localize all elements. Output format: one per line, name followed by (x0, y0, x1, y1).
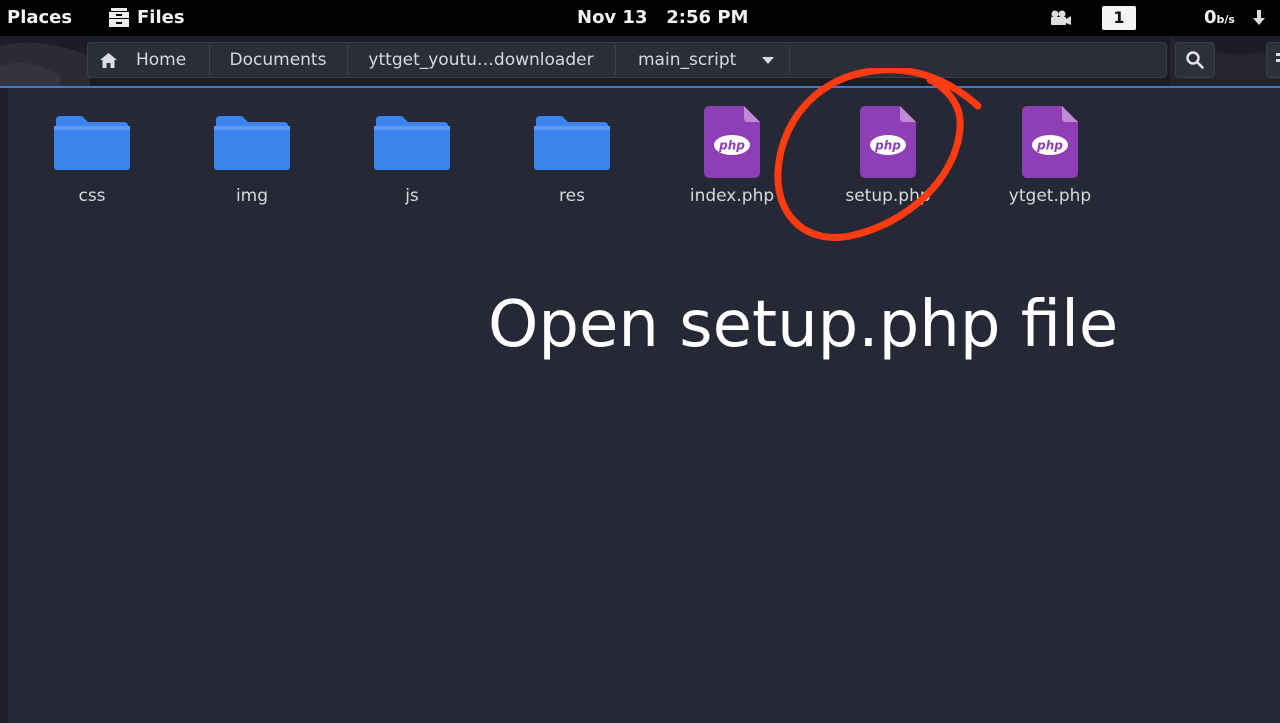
file-item[interactable]: php setup.php (823, 106, 953, 216)
breadcrumb-home[interactable]: Home (88, 43, 209, 77)
svg-text:php: php (874, 139, 901, 153)
search-icon (1186, 51, 1204, 69)
breadcrumb-yttget-folder[interactable]: yttget_youtu…downloader (348, 43, 614, 77)
file-name-label: res (559, 186, 585, 206)
folder-item[interactable]: css (27, 106, 157, 216)
path-bar: Home Documents yttget_youtu…downloader m… (87, 42, 1167, 78)
file-name-label: img (235, 186, 269, 206)
file-name-label: setup.php (845, 186, 931, 206)
file-name-label: ytget.php (1008, 186, 1092, 206)
download-arrow-icon[interactable] (1252, 10, 1266, 26)
video-camera-icon[interactable] (1050, 10, 1072, 26)
folder-item[interactable]: res (507, 106, 637, 216)
content-left-edge (0, 88, 8, 723)
breadcrumb-main-script[interactable]: main_script (616, 43, 788, 77)
file-name-label: js (405, 186, 419, 206)
breadcrumb-documents[interactable]: Documents (210, 43, 346, 77)
php-file-icon: php (860, 106, 916, 178)
clock[interactable]: Nov 13 2:56 PM (577, 0, 748, 36)
net-speed-value: 0 (1204, 7, 1217, 28)
workspace-indicator[interactable]: 1 (1102, 6, 1136, 30)
svg-text:php: php (718, 139, 745, 153)
home-icon (100, 53, 117, 68)
php-file-icon: php (704, 106, 760, 178)
file-name-label: css (78, 186, 106, 206)
menu-bar-icon (1276, 53, 1280, 56)
top-bar: Places Files Nov 13 2:56 PM 1 0b/s (0, 0, 1280, 36)
folder-item[interactable]: img (187, 106, 317, 216)
breadcrumb-home-label: Home (136, 50, 187, 70)
folder-icon (214, 116, 290, 170)
app-menu-files[interactable]: Files (137, 0, 185, 36)
menu-bar-icon (1276, 59, 1280, 62)
folder-icon (374, 116, 450, 170)
instruction-caption: Open setup.php file (488, 288, 1119, 362)
php-file-icon: php (1022, 106, 1078, 178)
file-view: css img js res php index.php php setup.php php yt… (0, 68, 1280, 723)
file-cabinet-icon (109, 8, 129, 27)
folder-icon (54, 116, 130, 170)
file-item[interactable]: php ytget.php (985, 106, 1115, 216)
folder-item[interactable]: js (347, 106, 477, 216)
file-item[interactable]: php index.php (667, 106, 797, 216)
places-menu[interactable]: Places (7, 0, 72, 36)
breadcrumb-main-script-label: main_script (638, 50, 737, 70)
chevron-down-icon[interactable] (762, 57, 774, 64)
net-speed-unit: b/s (1216, 13, 1235, 26)
svg-text:php: php (1036, 139, 1063, 153)
network-speed: 0b/s (1204, 0, 1235, 36)
header-bar: Home Documents yttget_youtu…downloader m… (0, 36, 1280, 86)
breadcrumb-separator (789, 45, 790, 75)
hamburger-menu-button[interactable] (1266, 42, 1280, 78)
folder-icon (534, 116, 610, 170)
file-name-label: index.php (689, 186, 775, 206)
search-button[interactable] (1175, 42, 1215, 78)
